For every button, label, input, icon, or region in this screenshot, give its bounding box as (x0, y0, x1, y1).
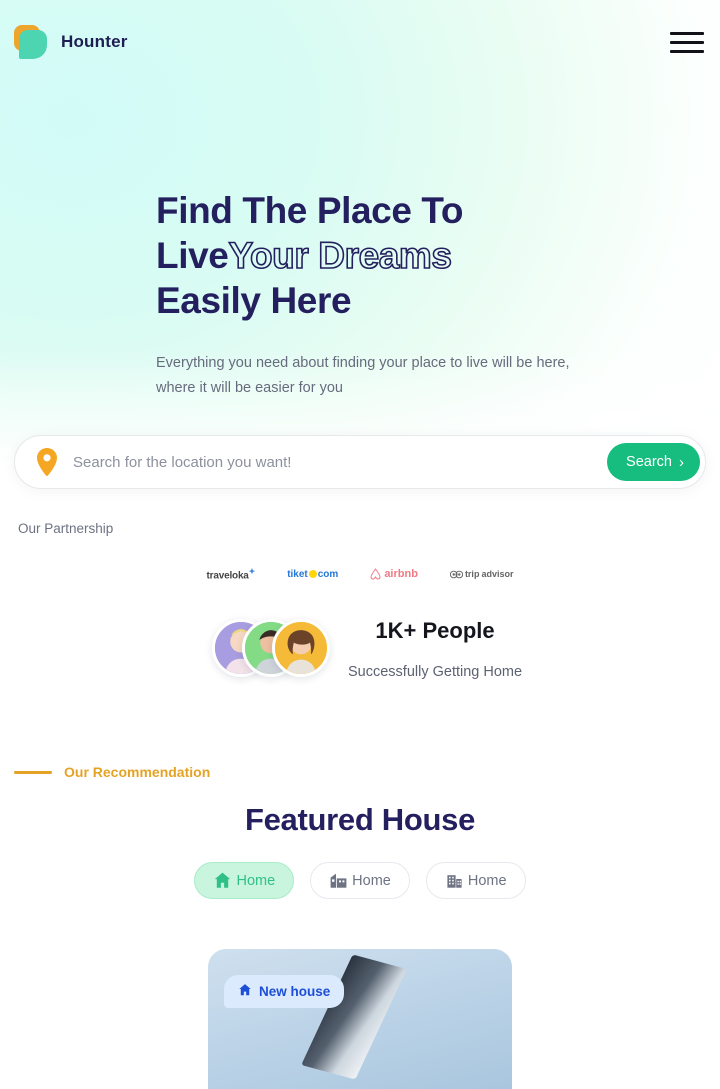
tab-label: Home (352, 872, 391, 889)
brand-name: Hounter (61, 32, 128, 51)
tripadvisor-logo-icon: trip advisor (449, 569, 513, 579)
search-input[interactable] (73, 453, 608, 471)
search-button[interactable]: Search › (607, 443, 700, 481)
partner-tiket-com[interactable]: tiket com (287, 569, 338, 580)
avatar-group (212, 619, 330, 679)
tiket-logo-icon: tiket com (287, 568, 339, 580)
search-section: Search › (0, 435, 720, 489)
status-badge: New house (224, 975, 345, 1008)
hamburger-menu-icon[interactable] (670, 29, 704, 55)
partner-logo-list: traveloka✦ tiket com airbnb trip advisor (0, 564, 720, 584)
map-pin-icon (37, 448, 57, 476)
hero-subtitle: Everything you need about finding your p… (156, 355, 570, 396)
headline-live: Live (156, 235, 229, 276)
eyebrow-label: Our Recommendation (64, 764, 211, 780)
shield-logo-icon (14, 25, 48, 59)
headline-line-3: Easily Here (156, 280, 352, 321)
menu-bar-2 (670, 40, 704, 44)
logo-front-shape (19, 30, 47, 59)
featured-house-title: Featured House (244, 802, 476, 837)
tab-home-townhouse[interactable]: Home (310, 862, 410, 899)
menu-bar-1 (670, 31, 704, 35)
headline-your-dreams: Your Dreams (228, 234, 453, 277)
eyebrow-line (14, 770, 52, 774)
featured-card-list: New house (0, 949, 720, 1089)
avatar (272, 619, 330, 677)
house-type-tabs: Home Home Home (0, 862, 720, 899)
house-photo-roof (301, 954, 407, 1080)
townhouse-icon (329, 871, 348, 890)
people-stat-text: 1K+ People Successfully Getting Home (348, 618, 522, 680)
brand-logo[interactable]: Hounter (14, 25, 128, 59)
chevron-right-icon: › (679, 453, 684, 471)
tab-label: Home (467, 872, 507, 889)
partner-tripadvisor[interactable]: trip advisor (449, 569, 513, 579)
partnership-label: Our Partnership (18, 521, 114, 536)
tab-home-house[interactable]: Home (194, 862, 295, 899)
recommendation-eyebrow: Our Recommendation (0, 764, 720, 780)
featured-house-card[interactable]: New house (208, 949, 512, 1089)
partner-airbnb[interactable]: airbnb (370, 568, 418, 580)
tiket-dot-icon (308, 570, 317, 578)
airbnb-logo-icon: airbnb (370, 568, 418, 580)
search-bar[interactable]: Search › (14, 435, 706, 489)
headline-line-1: Find The Place To (156, 190, 464, 231)
people-caption: Successfully Getting Home (348, 664, 523, 680)
traveloka-logo-icon: traveloka✦ (206, 566, 256, 582)
apartment-icon (445, 871, 464, 890)
menu-bar-3 (670, 49, 704, 53)
page-root: Hounter Find The Place To LiveYour Dream… (0, 0, 720, 1089)
badge-label: New house (259, 984, 331, 999)
tab-label: Home (236, 872, 276, 889)
people-stat-section: 1K+ People Successfully Getting Home (0, 618, 720, 680)
partner-traveloka[interactable]: traveloka✦ (207, 567, 256, 581)
house-icon (238, 983, 252, 1000)
people-count: 1K+ People (375, 618, 495, 643)
page-title: Find The Place To LiveYour Dreams Easily… (156, 188, 704, 323)
hero-section: Find The Place To LiveYour Dreams Easily… (0, 188, 720, 401)
house-icon (213, 871, 232, 890)
search-button-label: Search (626, 454, 672, 470)
site-header: Hounter (0, 0, 720, 84)
tab-home-apartment[interactable]: Home (425, 862, 526, 899)
